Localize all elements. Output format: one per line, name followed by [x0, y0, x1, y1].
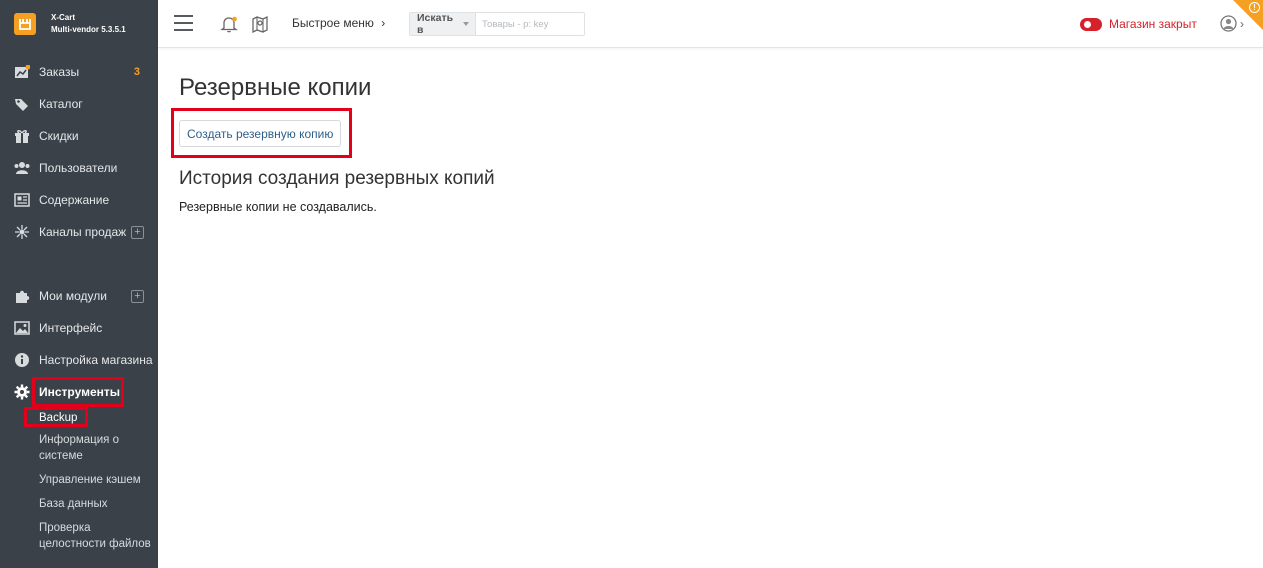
content-icon: [13, 192, 31, 208]
sidebar-item-label: Содержание: [39, 193, 110, 207]
sidebar-item-label: Каналы продаж: [39, 225, 127, 239]
store-closed-toggle-icon: [1080, 17, 1102, 31]
sidebar-item-tools[interactable]: Инструменты: [0, 376, 158, 408]
sidebar-item-orders[interactable]: Заказы 3: [0, 56, 158, 88]
submenu-item-cache[interactable]: Управление кэшем: [0, 468, 158, 492]
sidebar-item-catalog[interactable]: Каталог: [0, 88, 158, 120]
sidebar-item-label: Настройка магазина: [39, 353, 153, 367]
sidebar-item-content[interactable]: Содержание: [0, 184, 158, 216]
sidebar-item-label: Мои модули: [39, 289, 107, 303]
brand[interactable]: X-Cart Multi-vendor 5.3.5.1: [0, 0, 158, 48]
sidebar-item-label: Интерфейс: [39, 321, 103, 335]
xcart-logo-icon: [14, 13, 36, 35]
info-icon: [13, 352, 31, 368]
puzzle-icon: [13, 288, 31, 304]
chart-icon: [13, 64, 31, 80]
store-status-label: Магазин закрыт: [1109, 17, 1197, 31]
sidebar-item-store-setup[interactable]: Настройка магазина: [0, 344, 158, 376]
top-header: Быстрое меню › Искать в Магазин закрыт ›…: [158, 0, 1263, 48]
expand-plus-icon[interactable]: +: [131, 225, 144, 239]
page-title: Резервные копии: [179, 74, 372, 101]
hamburger-menu-icon[interactable]: [174, 15, 193, 31]
users-icon: [13, 160, 31, 176]
sidebar-item-label: Скидки: [39, 129, 79, 143]
gift-icon: [13, 128, 31, 144]
main-content: Резервные копии Создать резервную копию …: [158, 49, 1263, 568]
orders-count-badge: 3: [133, 66, 140, 78]
empty-history-text: Резервные копии не создавались.: [179, 200, 377, 214]
sidebar-item-sales-channels[interactable]: Каналы продаж +: [0, 216, 158, 248]
sidebar-item-label: Инструменты: [39, 385, 121, 399]
quick-menu[interactable]: Быстрое меню ›: [292, 16, 385, 30]
gear-icon: [13, 384, 31, 400]
search-scope-dropdown[interactable]: Искать в: [410, 12, 476, 36]
history-section-title: История создания резервных копий: [179, 168, 495, 189]
submenu-item-backup[interactable]: Backup: [0, 408, 158, 428]
warning-icon[interactable]: !: [1249, 2, 1260, 13]
brand-version: Multi-vendor 5.3.5.1: [51, 25, 126, 34]
submenu-item-system-info[interactable]: Информация о системе: [0, 428, 158, 468]
sidebar-item-users[interactable]: Пользователи: [0, 152, 158, 184]
image-icon: [13, 320, 31, 336]
sidebar-item-label: Заказы: [39, 65, 80, 79]
chevron-right-icon: ›: [381, 16, 386, 30]
submenu-item-integrity-check[interactable]: Проверка целостности файлов: [0, 516, 158, 556]
storefront-map-icon[interactable]: [251, 15, 269, 34]
store-status-toggle[interactable]: Магазин закрыт: [1080, 17, 1197, 31]
search-box: Искать в: [409, 12, 585, 36]
brand-name: X-Cart: [51, 13, 76, 22]
sidebar-item-label: Пользователи: [39, 161, 118, 175]
sidebar-item-interface[interactable]: Интерфейс: [0, 312, 158, 344]
network-icon: [13, 224, 31, 240]
quick-menu-label: Быстрое меню: [292, 16, 374, 30]
tag-icon: [13, 96, 31, 112]
sidebar-item-label: Каталог: [39, 97, 83, 111]
expand-plus-icon[interactable]: +: [131, 289, 144, 303]
search-input[interactable]: [476, 18, 584, 30]
caret-down-icon: [463, 22, 469, 26]
search-scope-label: Искать в: [417, 12, 454, 36]
bell-icon[interactable]: [220, 15, 238, 33]
create-backup-button[interactable]: Создать резервную копию: [179, 120, 342, 147]
submenu-item-database[interactable]: База данных: [0, 492, 158, 516]
sidebar-item-my-modules[interactable]: Мои модули +: [0, 280, 158, 312]
sidebar: X-Cart Multi-vendor 5.3.5.1 Заказы 3 Кат…: [0, 0, 158, 568]
sidebar-item-discounts[interactable]: Скидки: [0, 120, 158, 152]
